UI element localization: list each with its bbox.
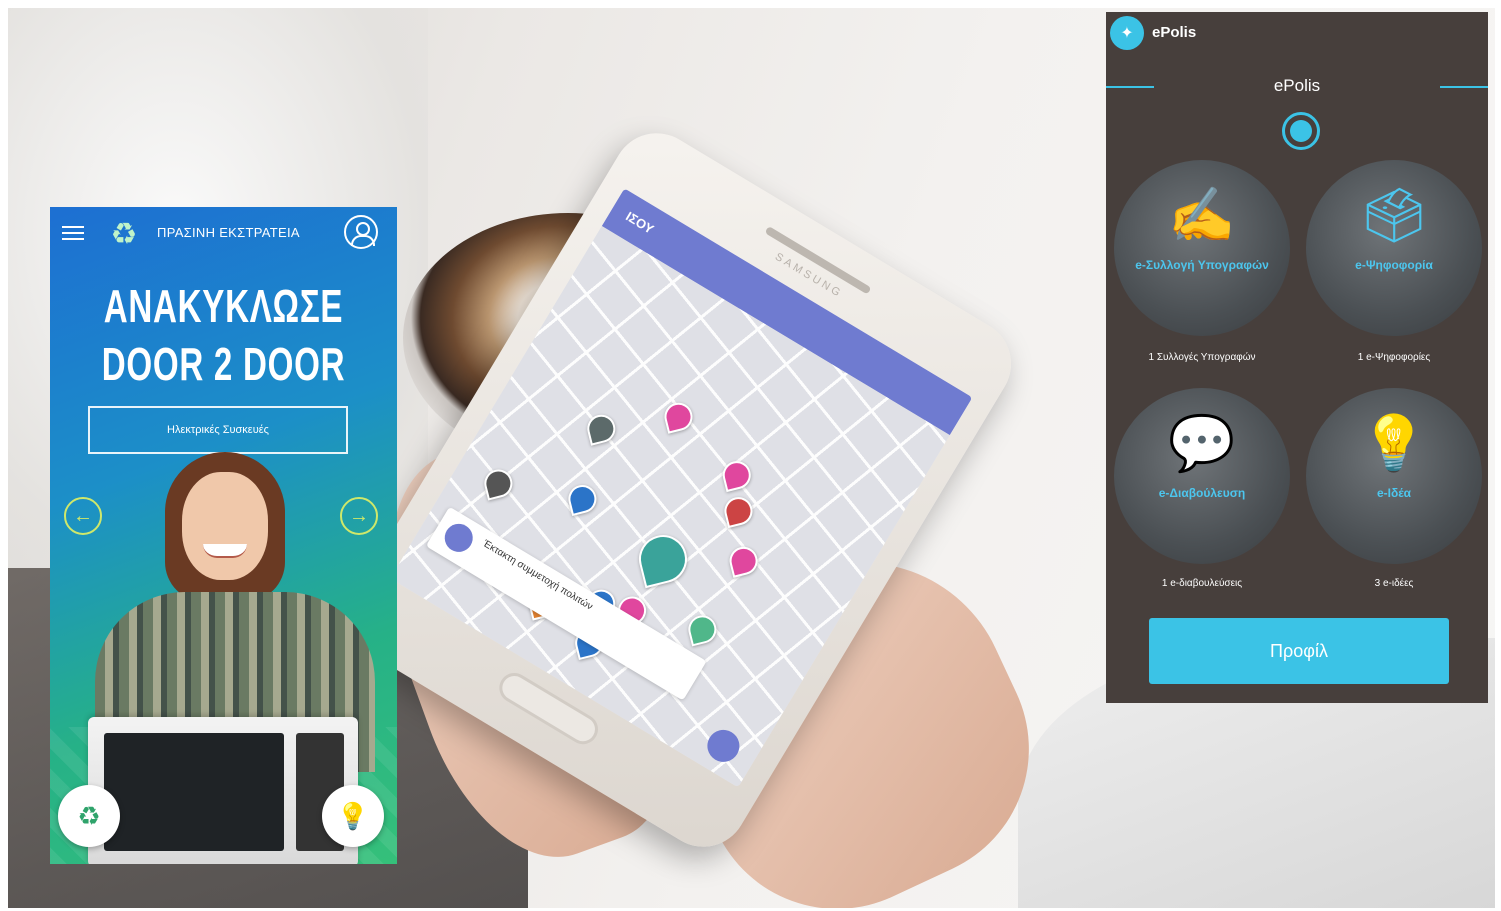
headline-line1: ΑΝΑΚΥΚΛΩΣΕ bbox=[103, 280, 344, 332]
lightbulb-icon: 💡 bbox=[1360, 413, 1428, 474]
petition-icon: ✍ bbox=[1168, 185, 1236, 246]
woman-photo bbox=[95, 452, 375, 772]
recycle-logo-icon[interactable]: ♻ bbox=[58, 785, 120, 847]
tile-label: e-Συλλογή Υπογραφών bbox=[1135, 258, 1269, 272]
tile-e-consultation[interactable]: 💬 e-Διαβούλευση bbox=[1114, 388, 1290, 564]
tile-count: 1 e-διαβουλεύσεις bbox=[1161, 578, 1243, 589]
epolis-logo-icon: ✦ bbox=[1110, 16, 1144, 50]
epolis-app-name: ePolis bbox=[1152, 24, 1197, 41]
tile-label: e-Ψηφοφορία bbox=[1355, 258, 1433, 272]
tile-e-voting[interactable]: 🗳 e-Ψηφοφορία bbox=[1306, 160, 1482, 336]
tile-e-idea[interactable]: 💡 e-Ιδέα bbox=[1306, 388, 1482, 564]
tile-e-signatures[interactable]: ✍ e-Συλλογή Υπογραφών bbox=[1114, 160, 1290, 336]
microwave-door bbox=[104, 733, 284, 851]
tile-label: e-Διαβούλευση bbox=[1158, 486, 1246, 500]
recycle-icon: ♻ bbox=[110, 217, 138, 251]
headline-line2: DOOR 2 DOOR bbox=[101, 338, 346, 390]
map-card-icon bbox=[439, 518, 478, 558]
municipality-seal-icon bbox=[1282, 112, 1320, 150]
profile-button[interactable]: Προφίλ bbox=[1149, 618, 1449, 684]
campaign-title: ΠΡΑΣΙΝΗ ΕΚΣΤΡΑΤΕΙΑ bbox=[157, 225, 300, 240]
tile-count: 3 e-ιδέες bbox=[1374, 578, 1414, 589]
arrow-left-icon[interactable]: ← bbox=[64, 497, 102, 535]
epolis-app-screen: ✦ ePolis ePolis ✍ e-Συλλογή Υπογραφών 🗳 … bbox=[1106, 12, 1488, 703]
tile-count: 1 e-Ψηφοφορίες bbox=[1357, 352, 1431, 363]
hamburger-menu-icon[interactable] bbox=[62, 226, 84, 240]
tile-label: e-Ιδέα bbox=[1376, 486, 1412, 500]
epolis-screen-title: ePolis bbox=[1273, 76, 1321, 95]
lightbulb-icon[interactable]: 💡 bbox=[322, 785, 384, 847]
arrow-right-icon[interactable]: → bbox=[340, 497, 378, 535]
tile-count: 1 Συλλογές Υπογραφών bbox=[1148, 352, 1256, 363]
woman-face bbox=[182, 472, 268, 580]
epolis-header: ✦ ePolis bbox=[1106, 12, 1488, 54]
map-app-title: ΙΣΟΥ bbox=[623, 208, 657, 237]
microwave-image bbox=[88, 717, 358, 864]
user-icon[interactable] bbox=[344, 215, 378, 249]
ballot-box-icon: 🗳 bbox=[1359, 185, 1429, 246]
consultation-icon: 💬 bbox=[1168, 413, 1236, 474]
recycle-app-screen: ♻ ΠΡΑΣΙΝΗ ΕΚΣΤΡΑΤΕΙΑ ΑΝΑΚΥΚΛΩΣΕ DOOR 2 D… bbox=[50, 207, 397, 864]
category-button[interactable]: Ηλεκτρικές Συσκευές bbox=[88, 406, 348, 454]
